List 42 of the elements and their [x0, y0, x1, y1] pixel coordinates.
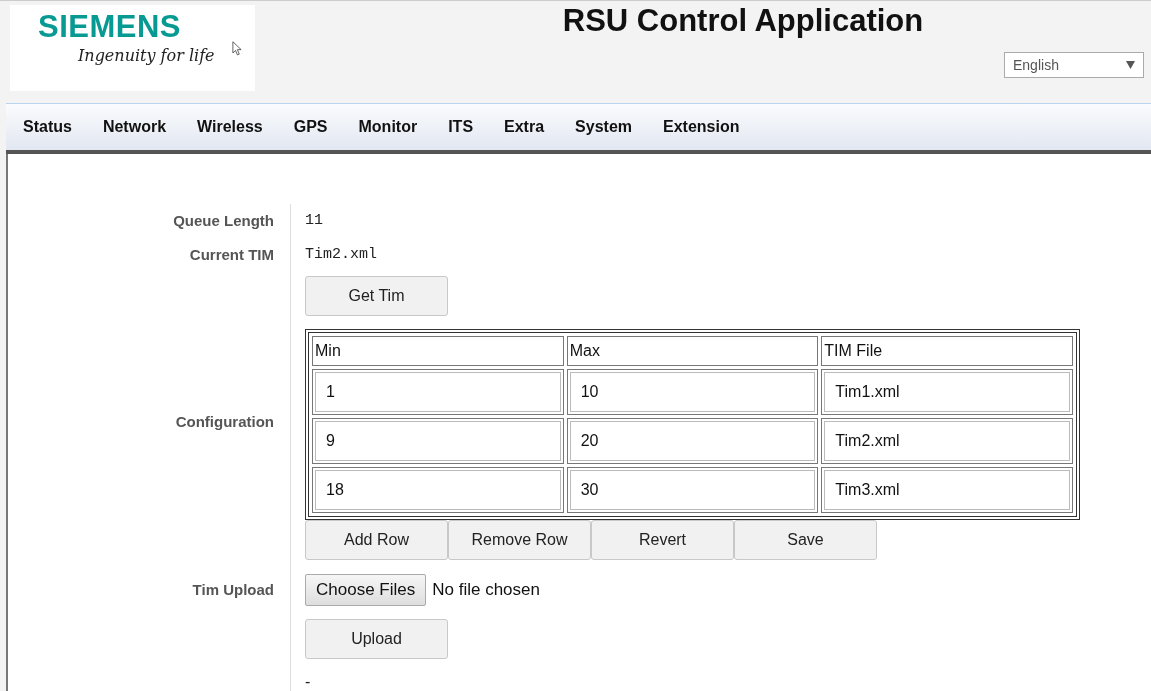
table-input-field[interactable]: 1 [315, 372, 561, 412]
table-action-button[interactable]: Add Row [305, 520, 448, 560]
nav-tab[interactable]: Status [23, 118, 72, 136]
table-action-button[interactable]: Revert [591, 520, 734, 560]
get-tim-button[interactable]: Get Tim [305, 276, 448, 316]
nav-tab[interactable]: GPS [293, 118, 328, 136]
nav-tab[interactable]: Extra [504, 118, 545, 136]
table-input-field[interactable]: Tim3.xml [824, 470, 1070, 510]
table-input-field[interactable]: 9 [315, 421, 561, 461]
brand-name: SIEMENS [38, 10, 182, 44]
brand-tagline: Ingenuity for life [78, 46, 215, 65]
field-label: Configuration [175, 412, 274, 432]
nav-tab[interactable]: Wireless [197, 118, 263, 136]
field-label: Queue Length [8, 204, 291, 238]
upload-result: - [305, 673, 311, 690]
table-action-button[interactable]: Remove Row [448, 520, 591, 560]
app-title: RSU Control Application [561, 3, 925, 39]
table-input-field[interactable]: 10 [569, 372, 816, 412]
column-header: Max [566, 336, 819, 366]
file-status: No file chosen [432, 580, 540, 600]
nav-tab[interactable]: ITS [448, 118, 474, 136]
nav-tab[interactable]: Network [102, 118, 167, 136]
column-header: Min [312, 336, 564, 366]
table-input-field[interactable]: Tim1.xml [824, 372, 1070, 412]
nav-tab[interactable]: Extension [663, 118, 740, 136]
table-input-field[interactable]: 30 [569, 470, 816, 510]
field-label: Tim Upload [192, 581, 274, 598]
nav-tab[interactable]: Monitor [358, 118, 418, 136]
language-select[interactable]: English [1004, 52, 1144, 78]
choose-files-button[interactable]: Choose Files [305, 574, 427, 606]
upload-button[interactable]: Upload [305, 619, 448, 659]
nav-tab[interactable]: System [575, 118, 632, 136]
table-action-button[interactable]: Save [734, 520, 877, 560]
table-input-field[interactable]: 20 [569, 421, 816, 461]
current-tim-value: Tim2.xml [305, 246, 377, 263]
dropdown-arrow-icon [1126, 61, 1135, 69]
field-label: Current TIM [8, 238, 291, 272]
pointer-cursor-icon [232, 41, 242, 56]
column-header: TIM File [821, 336, 1073, 366]
table-input-field[interactable]: Tim2.xml [824, 421, 1070, 461]
queue-length-value: 11 [305, 212, 323, 229]
table-input-field[interactable]: 18 [315, 470, 561, 510]
